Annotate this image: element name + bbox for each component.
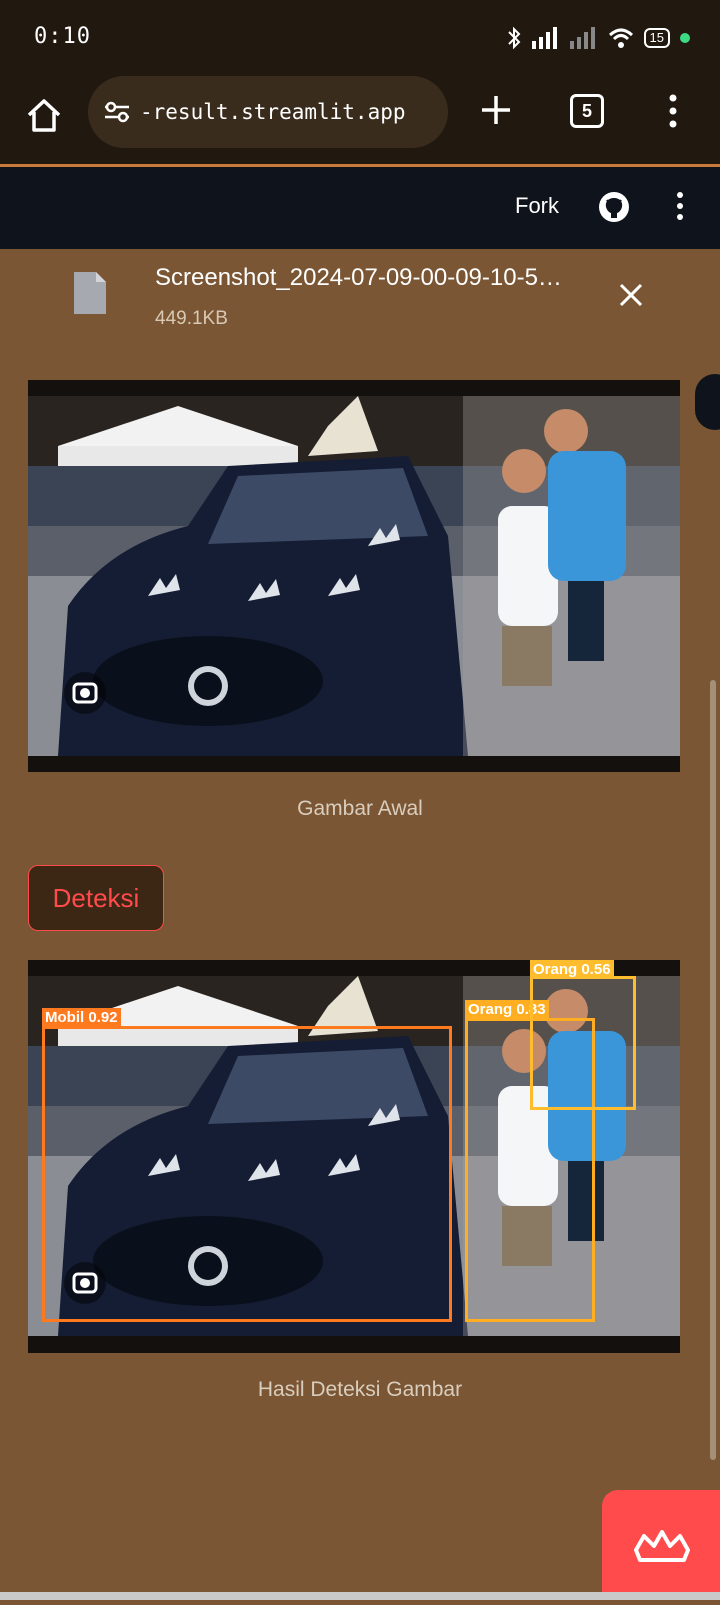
result-image-caption: Hasil Deteksi Gambar bbox=[257, 1378, 463, 1401]
remove-file-icon[interactable] bbox=[618, 282, 644, 308]
crown-icon bbox=[634, 1530, 690, 1562]
original-image-caption: Gambar Awal bbox=[297, 797, 423, 820]
privacy-indicator-dot bbox=[680, 33, 690, 43]
original-image bbox=[28, 380, 680, 772]
detection-label-person-2: Orang 0.56 bbox=[530, 960, 614, 979]
camera-lens-icon[interactable] bbox=[64, 1262, 106, 1304]
uploaded-file-name: Screenshot_2024-07-09-00-09-10-5… bbox=[155, 264, 562, 291]
github-icon[interactable] bbox=[598, 191, 630, 223]
camera-lens-icon[interactable] bbox=[64, 672, 106, 714]
status-icons: 15 bbox=[506, 26, 690, 50]
url-text: -result.streamlit.app bbox=[140, 100, 406, 124]
home-icon[interactable] bbox=[24, 96, 64, 136]
car-photo bbox=[28, 396, 680, 756]
app-menu-icon[interactable] bbox=[675, 191, 685, 221]
signal-weak-icon bbox=[569, 27, 595, 49]
address-bar[interactable]: -result.streamlit.app bbox=[88, 76, 448, 148]
gesture-bar bbox=[0, 1592, 720, 1600]
detect-button[interactable]: Deteksi bbox=[28, 865, 164, 931]
fork-button[interactable]: Fork bbox=[515, 193, 559, 219]
streamlit-header: Fork bbox=[0, 167, 720, 249]
streamlit-badge[interactable] bbox=[602, 1490, 720, 1600]
detection-label-car: Mobil 0.92 bbox=[42, 1008, 121, 1027]
signal-icon bbox=[531, 27, 557, 49]
site-settings-icon[interactable] bbox=[102, 97, 132, 127]
browser-toolbar: -result.streamlit.app 5 bbox=[0, 76, 720, 167]
page-scrollbar[interactable] bbox=[710, 680, 716, 1460]
status-time: 0:10 bbox=[34, 24, 91, 49]
browser-menu-icon[interactable] bbox=[668, 94, 678, 128]
battery-icon: 15 bbox=[643, 28, 670, 48]
bluetooth-icon bbox=[507, 26, 520, 50]
result-image: Mobil 0.92 Orang 0.83 Orang 0.56 bbox=[28, 960, 680, 1353]
uploaded-file-size: 449.1KB bbox=[155, 308, 228, 329]
tab-switcher-button[interactable]: 5 bbox=[570, 94, 604, 128]
detection-box-person-2 bbox=[530, 976, 636, 1110]
sidebar-handle[interactable] bbox=[695, 374, 720, 430]
new-tab-icon[interactable] bbox=[478, 92, 514, 128]
wifi-icon bbox=[608, 28, 633, 48]
file-icon bbox=[74, 272, 106, 314]
status-bar: 0:10 15 bbox=[0, 0, 720, 76]
